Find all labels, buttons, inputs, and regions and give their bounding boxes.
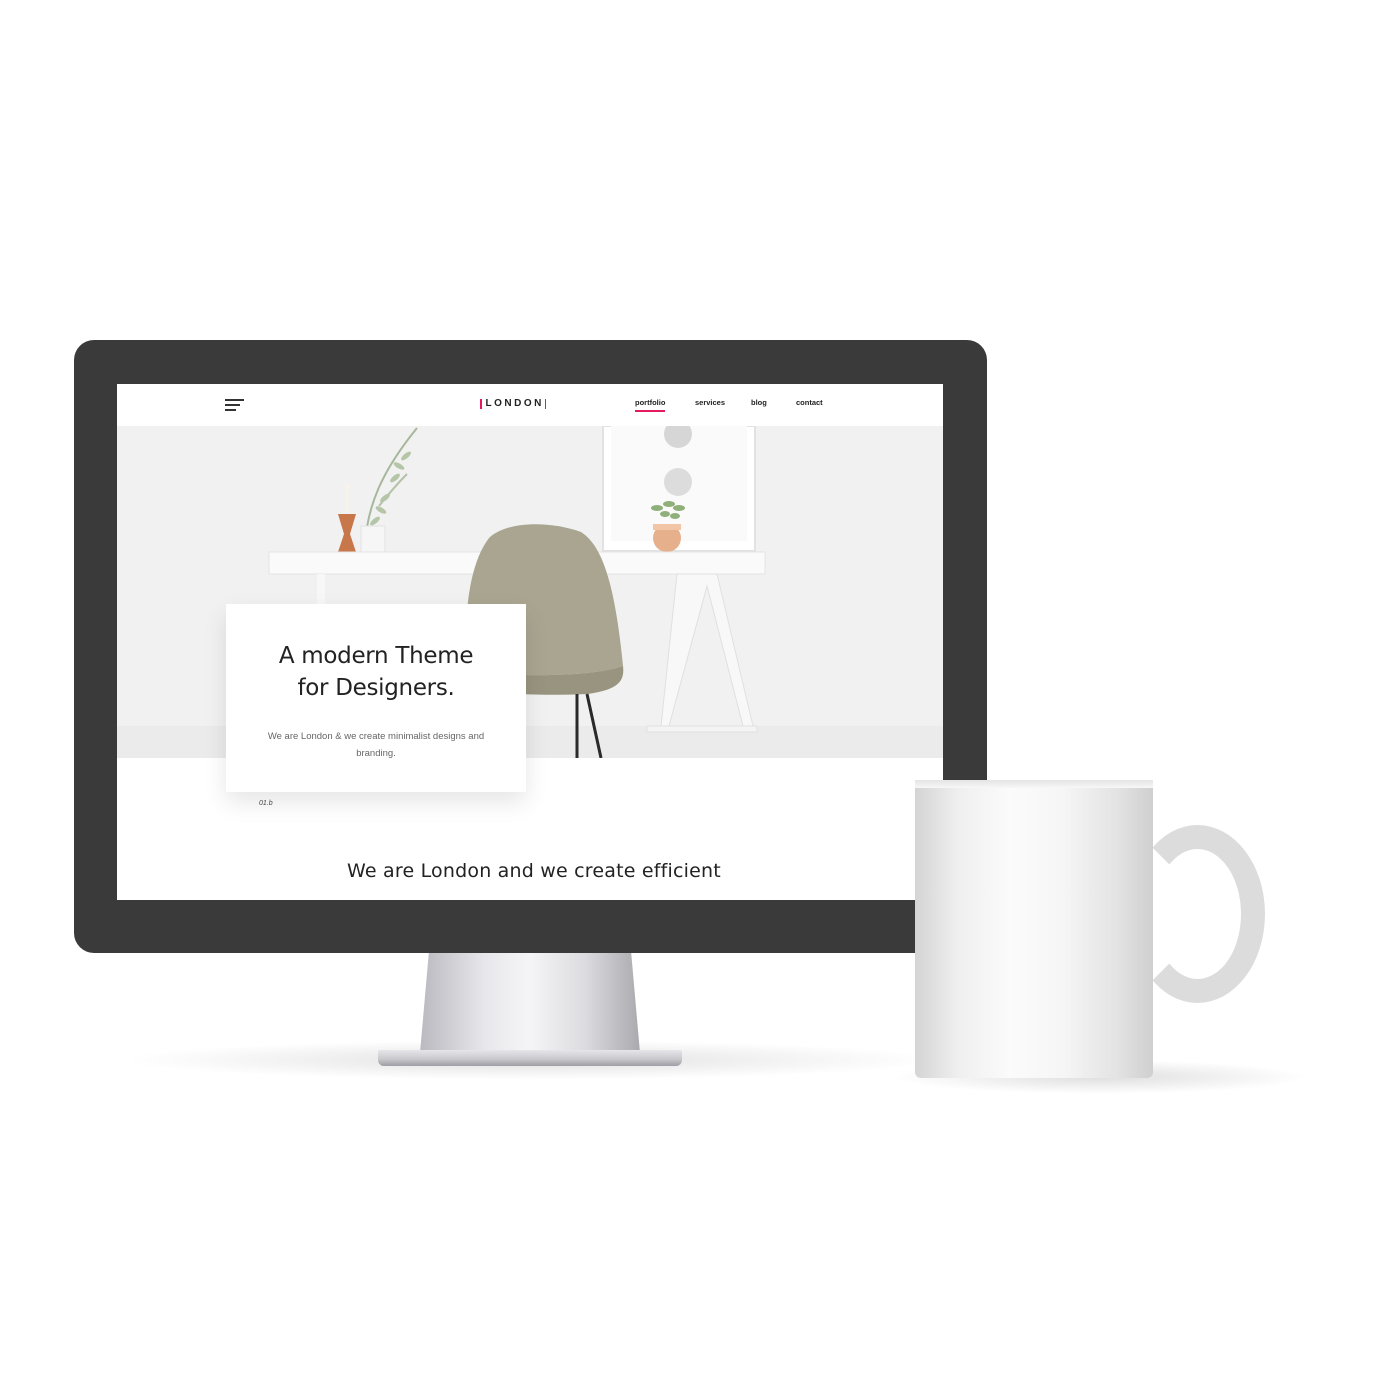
hero-caption-card: A modern Theme for Designers. We are Lon… xyxy=(226,604,526,792)
logo-bar-right xyxy=(544,399,547,409)
slide-number: 01.b xyxy=(259,800,273,807)
coffee-mug xyxy=(915,783,1153,1078)
nav-item-services[interactable]: services xyxy=(695,398,725,407)
site-header: LONDON portfolio services blog contact xyxy=(117,384,943,426)
nav-item-blog[interactable]: blog xyxy=(751,398,767,407)
monitor-stand-base xyxy=(378,1050,682,1066)
mug-rim xyxy=(915,780,1153,788)
monitor-screen: LONDON portfolio services blog contact A… xyxy=(117,384,943,900)
monitor-stand-neck xyxy=(420,953,640,1053)
logo-bar-left xyxy=(480,399,482,409)
hero-title-line-1: A modern Theme xyxy=(278,643,474,669)
nav-item-portfolio[interactable]: portfolio xyxy=(635,398,666,412)
hero-title-line-2: for Designers. xyxy=(297,675,455,701)
hamburger-icon[interactable] xyxy=(225,398,245,412)
nav-item-contact[interactable]: contact xyxy=(796,398,823,407)
site-logo[interactable]: LONDON xyxy=(480,396,547,412)
monitor: LONDON portfolio services blog contact A… xyxy=(74,340,987,953)
hero-description: We are London & we create minimalist des… xyxy=(267,731,485,759)
intro-heading: We are London and we create efficient xyxy=(347,860,721,882)
logo-text: LONDON xyxy=(485,398,544,409)
hero-title: A modern Theme for Designers. xyxy=(226,640,526,704)
